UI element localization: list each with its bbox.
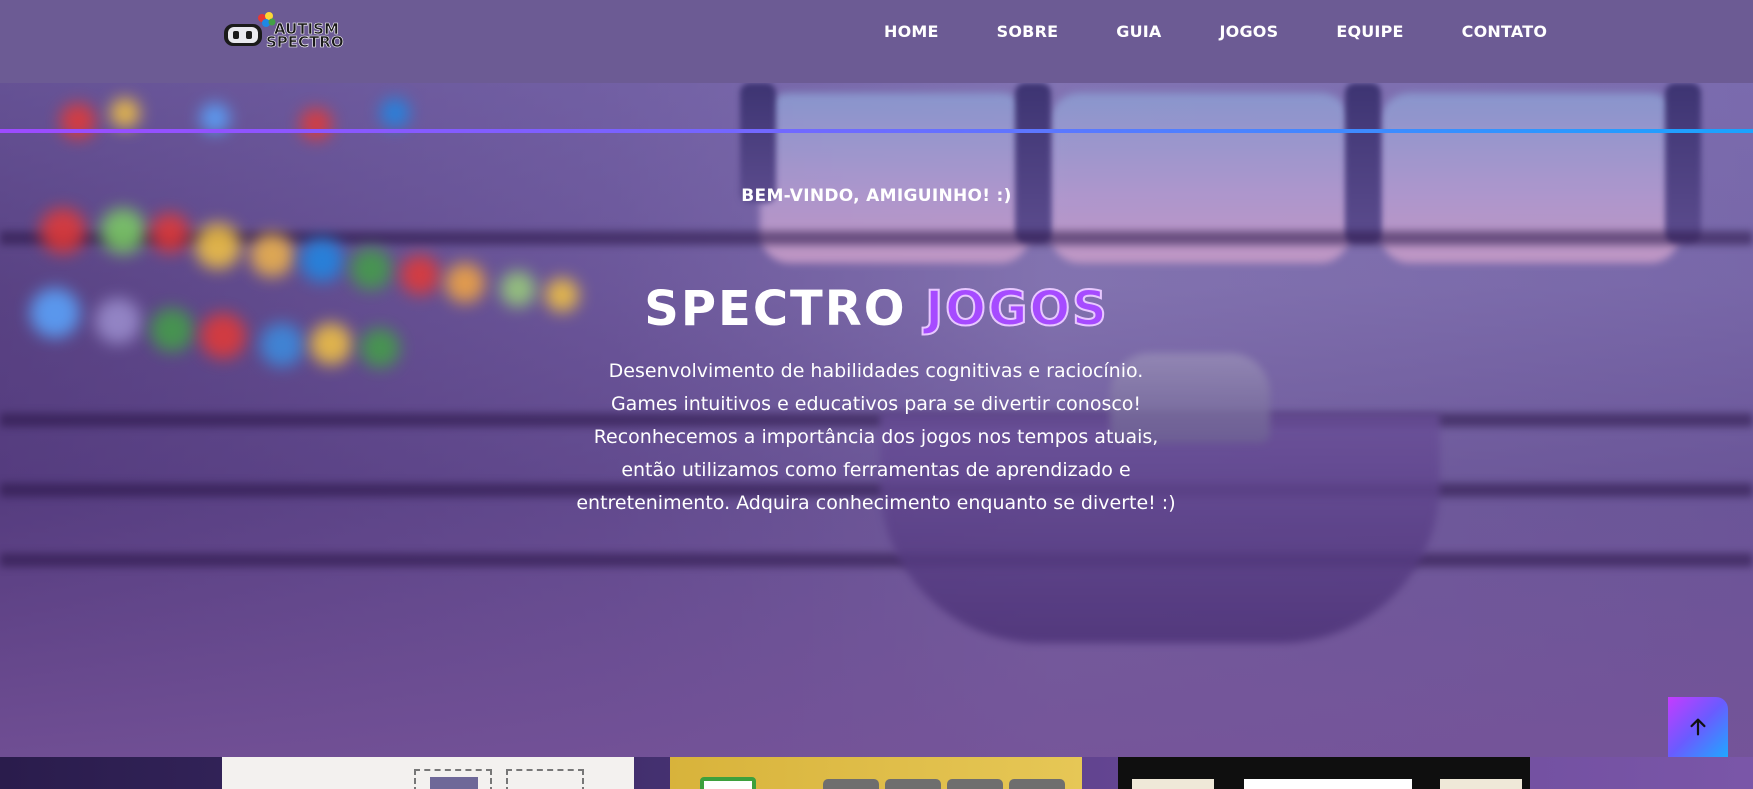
game-card-image-frame xyxy=(506,769,584,789)
site-header: AUTISM SPECTRO HOME SOBRE GUIA JOGOS EQU… xyxy=(0,0,1753,83)
game-card-key xyxy=(885,779,941,789)
nav-home[interactable]: HOME xyxy=(884,18,939,45)
hero-welcome: BEM-VINDO, AMIGUINHO! :) xyxy=(741,186,1012,206)
logo-text-bottom: SPECTRO xyxy=(266,33,344,50)
game-card[interactable] xyxy=(222,757,634,789)
hero-divider-line xyxy=(0,129,1753,133)
game-card-image-frame xyxy=(414,769,492,789)
nav-guia[interactable]: GUIA xyxy=(1116,18,1161,45)
autism-spectro-logo: AUTISM SPECTRO xyxy=(224,12,344,51)
nav-jogos[interactable]: JOGOS xyxy=(1220,18,1279,45)
game-card-answer-box xyxy=(700,777,756,789)
hero-title-main: SPECTRO xyxy=(644,281,907,337)
hero-title: SPECTRO JOGOS xyxy=(0,280,1753,338)
nav-equipe[interactable]: EQUIPE xyxy=(1336,18,1403,45)
site-logo[interactable]: AUTISM SPECTRO xyxy=(222,10,368,51)
game-card-panel xyxy=(1132,779,1214,789)
games-section xyxy=(0,757,1753,789)
game-card-key xyxy=(823,779,879,789)
main-nav: HOME SOBRE GUIA JOGOS EQUIPE CONTATO xyxy=(860,18,1547,45)
game-card[interactable] xyxy=(670,757,1082,789)
nav-contato[interactable]: CONTATO xyxy=(1462,18,1547,45)
nav-sobre[interactable]: SOBRE xyxy=(997,18,1059,45)
game-card[interactable] xyxy=(1118,757,1530,789)
hero-description: Desenvolvimento de habilidades cognitiva… xyxy=(576,360,1176,514)
hero-section: BEM-VINDO, AMIGUINHO! :) SPECTRO JOGOS D… xyxy=(0,83,1753,758)
game-card-key xyxy=(1009,779,1065,789)
hero-title-accent: JOGOS xyxy=(924,280,1109,338)
arrow-up-icon xyxy=(1690,718,1706,736)
game-card-panel xyxy=(1440,779,1522,789)
game-card-key xyxy=(947,779,1003,789)
back-to-top-button[interactable] xyxy=(1668,697,1728,757)
game-card-panel xyxy=(1244,779,1412,789)
